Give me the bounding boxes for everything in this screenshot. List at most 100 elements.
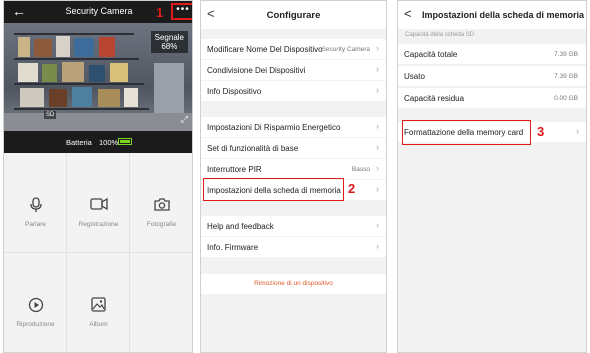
battery-fill (120, 140, 130, 143)
signal-label: Segnale (154, 33, 184, 42)
battery-icon (118, 138, 132, 145)
device-info-item[interactable]: Info Dispositivo › (201, 81, 386, 101)
row-label: Capacità totale (404, 50, 458, 59)
shelf-box (62, 62, 84, 82)
talk-label: Parlare (25, 221, 46, 228)
battery-label: Batteria (66, 138, 92, 147)
signal-indicator: Segnale 68% (150, 31, 188, 53)
item-value: Basso (351, 166, 370, 173)
camera-feed[interactable]: Segnale 68% SD ⤢ (4, 23, 192, 131)
shelf-line (14, 108, 149, 110)
row-label: Capacità residua (404, 94, 465, 103)
shelf-box (18, 63, 38, 82)
chevron-right-icon: › (376, 85, 379, 95)
basic-features-item[interactable]: Set di funzionalità di base › (201, 138, 386, 158)
chevron-right-icon: › (376, 43, 379, 53)
item-label: Help and feedback (207, 222, 274, 231)
photo-label: Fotografie (146, 221, 177, 228)
device-sharing-item[interactable]: Condivisione Dei Dispositivi › (201, 60, 386, 80)
row-value: 0.00 GB (554, 95, 578, 102)
chevron-right-icon: › (376, 64, 379, 74)
chevron-right-icon: › (576, 126, 579, 136)
chevron-right-icon: › (376, 184, 379, 194)
photo-action[interactable]: Fotografie (130, 153, 192, 253)
memory-card-settings-screen: < Impostazioni della scheda di memoria C… (397, 0, 587, 353)
step-marker-3: 3 (537, 124, 545, 139)
power-saving-item[interactable]: Impostazioni Di Risparmio Energetico › (201, 117, 386, 137)
chevron-right-icon: › (376, 142, 379, 152)
playback-action[interactable]: Riproduzione (4, 253, 67, 352)
fullscreen-icon[interactable]: ⤢ (181, 114, 188, 125)
camera-icon (130, 197, 192, 214)
video-camera-icon (67, 197, 130, 214)
pir-switch-item[interactable]: Interruttore PIR Basso › (201, 159, 386, 179)
action-grid: Parlare Registrazione Fotografie Riprodu… (4, 153, 192, 352)
shelf-box (124, 88, 138, 107)
playback-icon (4, 297, 67, 316)
item-value: Security Camera (321, 46, 370, 53)
shelf-box (99, 37, 115, 57)
playback-label: Riproduzione (16, 321, 55, 328)
shelf-line (14, 83, 144, 85)
remaining-capacity-row: Capacità residua 0.00 GB (398, 88, 586, 108)
shelf-box (34, 39, 52, 57)
chevron-right-icon: › (376, 163, 379, 173)
item-label: Impostazioni Di Risparmio Energetico (207, 123, 341, 132)
item-label: Set di funzionalità di base (207, 144, 299, 153)
configure-header: < Configurare (201, 1, 386, 29)
item-label: Interruttore PIR (207, 165, 262, 174)
camera-live-view-screen: ← Security Camera ••• 1 Segnale 68% SD ⤢… (3, 0, 193, 353)
used-capacity-row: Usato 7.39 GB (398, 66, 586, 86)
sd-capacity-section-label: Capacità della scheda SD (405, 32, 475, 38)
back-chevron-icon[interactable]: < (404, 6, 412, 21)
signal-value: 68% (161, 42, 178, 51)
chevron-right-icon: › (376, 121, 379, 131)
memory-card-title: Impostazioni della scheda di memoria (422, 10, 585, 20)
rename-device-item[interactable]: Modificare Nome Del Dispositivo Security… (201, 39, 386, 59)
talk-action[interactable]: Parlare (4, 153, 67, 253)
album-label: Album (89, 321, 108, 328)
remove-device-button[interactable]: Rimozione di un dispositivo (201, 274, 386, 294)
shelf-box (49, 89, 67, 107)
item-label: Condivisione Dei Dispositivi (207, 66, 306, 75)
shelf-box (110, 63, 128, 82)
memory-card-header: < Impostazioni della scheda di memoria (398, 1, 586, 29)
floor (4, 113, 192, 131)
camera-title: Security Camera (65, 6, 133, 16)
sd-card-badge: SD (44, 111, 57, 119)
shelf-box (89, 65, 105, 82)
battery-status-bar: Batteria 100% (4, 131, 192, 153)
shelf-box (74, 38, 94, 57)
firmware-info-item[interactable]: Info. Firmware › (201, 237, 386, 257)
shelf-box (20, 88, 44, 107)
row-label: Usato (404, 72, 425, 81)
configure-screen: < Configurare Modificare Nome Del Dispos… (200, 0, 387, 353)
album-action[interactable]: Album (67, 253, 130, 352)
chevron-right-icon: › (376, 220, 379, 230)
shelf-line (14, 58, 139, 60)
highlight-box-3 (402, 120, 531, 145)
album-icon (67, 297, 130, 315)
highlight-box-2 (203, 178, 344, 201)
item-label: Info Dispositivo (207, 87, 262, 96)
row-value: 7.39 GB (554, 73, 578, 80)
shelf-line (14, 33, 134, 35)
shelf-box (56, 36, 70, 57)
shelf-box (72, 87, 92, 107)
shelf-box (42, 64, 57, 82)
more-options-button[interactable]: ••• (171, 3, 192, 20)
step-marker-1: 1 (156, 5, 164, 20)
step-marker-2: 2 (348, 181, 356, 196)
chevron-right-icon: › (376, 241, 379, 251)
record-label: Registrazione (78, 221, 119, 228)
record-action[interactable]: Registrazione (67, 153, 130, 253)
empty-cell (130, 253, 192, 352)
shelf-box (18, 37, 30, 57)
camera-top-bar: ← Security Camera ••• (4, 1, 192, 23)
battery-value: 100% (99, 138, 119, 147)
total-capacity-row: Capacità totale 7.39 GB (398, 44, 586, 64)
configure-title: Configurare (266, 10, 321, 21)
help-feedback-item[interactable]: Help and feedback › (201, 216, 386, 236)
item-label: Info. Firmware (207, 243, 259, 252)
row-value: 7.39 GB (554, 51, 578, 58)
